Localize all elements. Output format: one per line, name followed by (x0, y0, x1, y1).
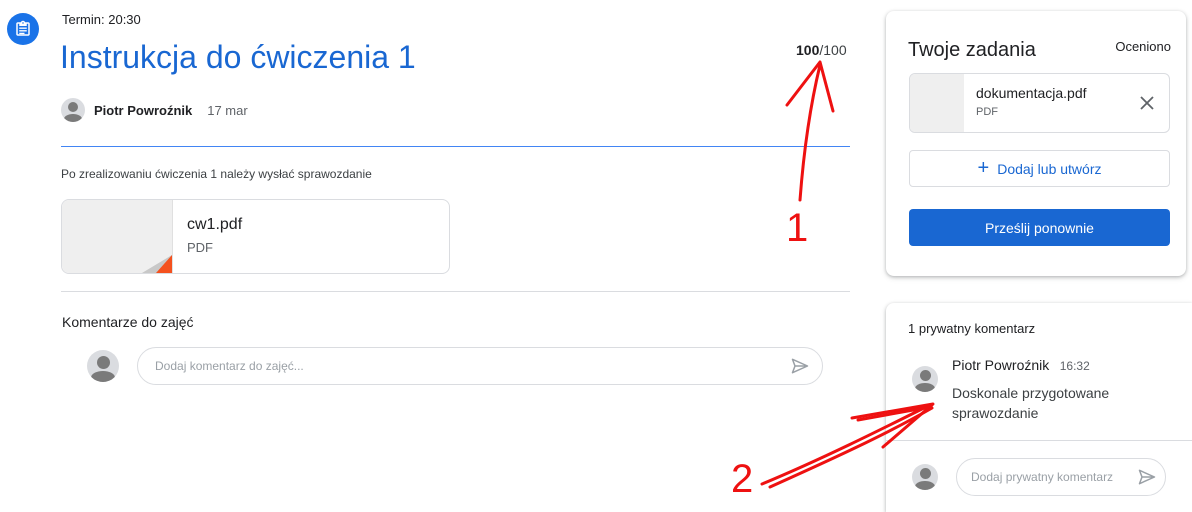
private-comments-heading: 1 prywatny komentarz (908, 321, 1036, 336)
file-thumbnail (910, 74, 964, 132)
classroom-assignment-page: Termin: 20:30 Instrukcja do ćwiczenia 1 … (0, 0, 1192, 512)
submitted-file[interactable]: dokumentacja.pdf PDF (909, 73, 1170, 133)
annotation-label-1: 1 (786, 206, 809, 250)
class-comment-input[interactable] (153, 358, 790, 374)
private-comments-card: 1 prywatny komentarz Piotr Powroźnik 16:… (886, 303, 1192, 512)
attachment-type: PDF (187, 240, 213, 255)
attachment-name: cw1.pdf (187, 216, 243, 233)
class-comment-box (137, 347, 823, 385)
private-divider (886, 440, 1192, 441)
comment-text: Doskonale przygotowane sprawozdanie (952, 385, 1110, 421)
file-thumbnail (62, 200, 173, 273)
points-total: /100 (819, 42, 847, 58)
class-comment-row (87, 347, 823, 385)
annotation-label-2: 2 (731, 457, 754, 501)
header-divider (61, 146, 850, 147)
due-time: Termin: 20:30 (62, 12, 141, 27)
attachment-card[interactable]: cw1.pdf PDF (61, 199, 450, 274)
submitted-file-name: dokumentacja.pdf (976, 85, 1087, 101)
page-title: Instrukcja do ćwiczenia 1 (60, 39, 416, 75)
person-avatar (912, 366, 938, 392)
private-comment-item: Piotr Powroźnik 16:32 Doskonale przygoto… (912, 357, 1132, 423)
add-or-create-label: Dodaj lub utwórz (997, 160, 1102, 177)
submitted-file-type: PDF (976, 106, 998, 118)
your-work-card: Twoje zadania Oceniono dokumentacja.pdf … (886, 11, 1186, 276)
points-earned: 100 (796, 42, 820, 58)
person-avatar (61, 98, 85, 122)
comment-author: Piotr Powroźnik (952, 357, 1050, 373)
private-comment-input[interactable] (969, 469, 1137, 485)
person-avatar (912, 464, 938, 490)
private-comment-box (956, 458, 1166, 496)
private-comment-row (912, 458, 1166, 496)
comment-time: 16:32 (1059, 359, 1090, 373)
class-comments-heading: Komentarze do zajęć (62, 314, 194, 330)
author-name[interactable]: Piotr Powroźnik (94, 103, 192, 118)
post-date: 17 mar (207, 102, 248, 118)
status-badge: Oceniono (1115, 39, 1171, 54)
points: 100/100 (796, 42, 847, 58)
add-or-create-button[interactable]: + Dodaj lub utwórz (909, 150, 1170, 187)
assignment-description: Po zrealizowaniu ćwiczenia 1 należy wysł… (61, 167, 372, 181)
resubmit-button[interactable]: Prześlij ponownie (909, 209, 1170, 246)
your-work-title: Twoje zadania (908, 39, 1036, 61)
annotation-arrow-1 (798, 63, 822, 202)
send-icon[interactable] (1137, 467, 1157, 487)
author-row: Piotr Powroźnik 17 mar (61, 98, 248, 122)
section-divider (61, 291, 850, 292)
assignment-icon (7, 13, 39, 45)
pdf-corner-icon (156, 255, 172, 273)
plus-icon: + (977, 156, 990, 179)
close-icon[interactable] (1135, 91, 1159, 115)
person-avatar (87, 350, 119, 382)
send-icon[interactable] (790, 356, 810, 376)
